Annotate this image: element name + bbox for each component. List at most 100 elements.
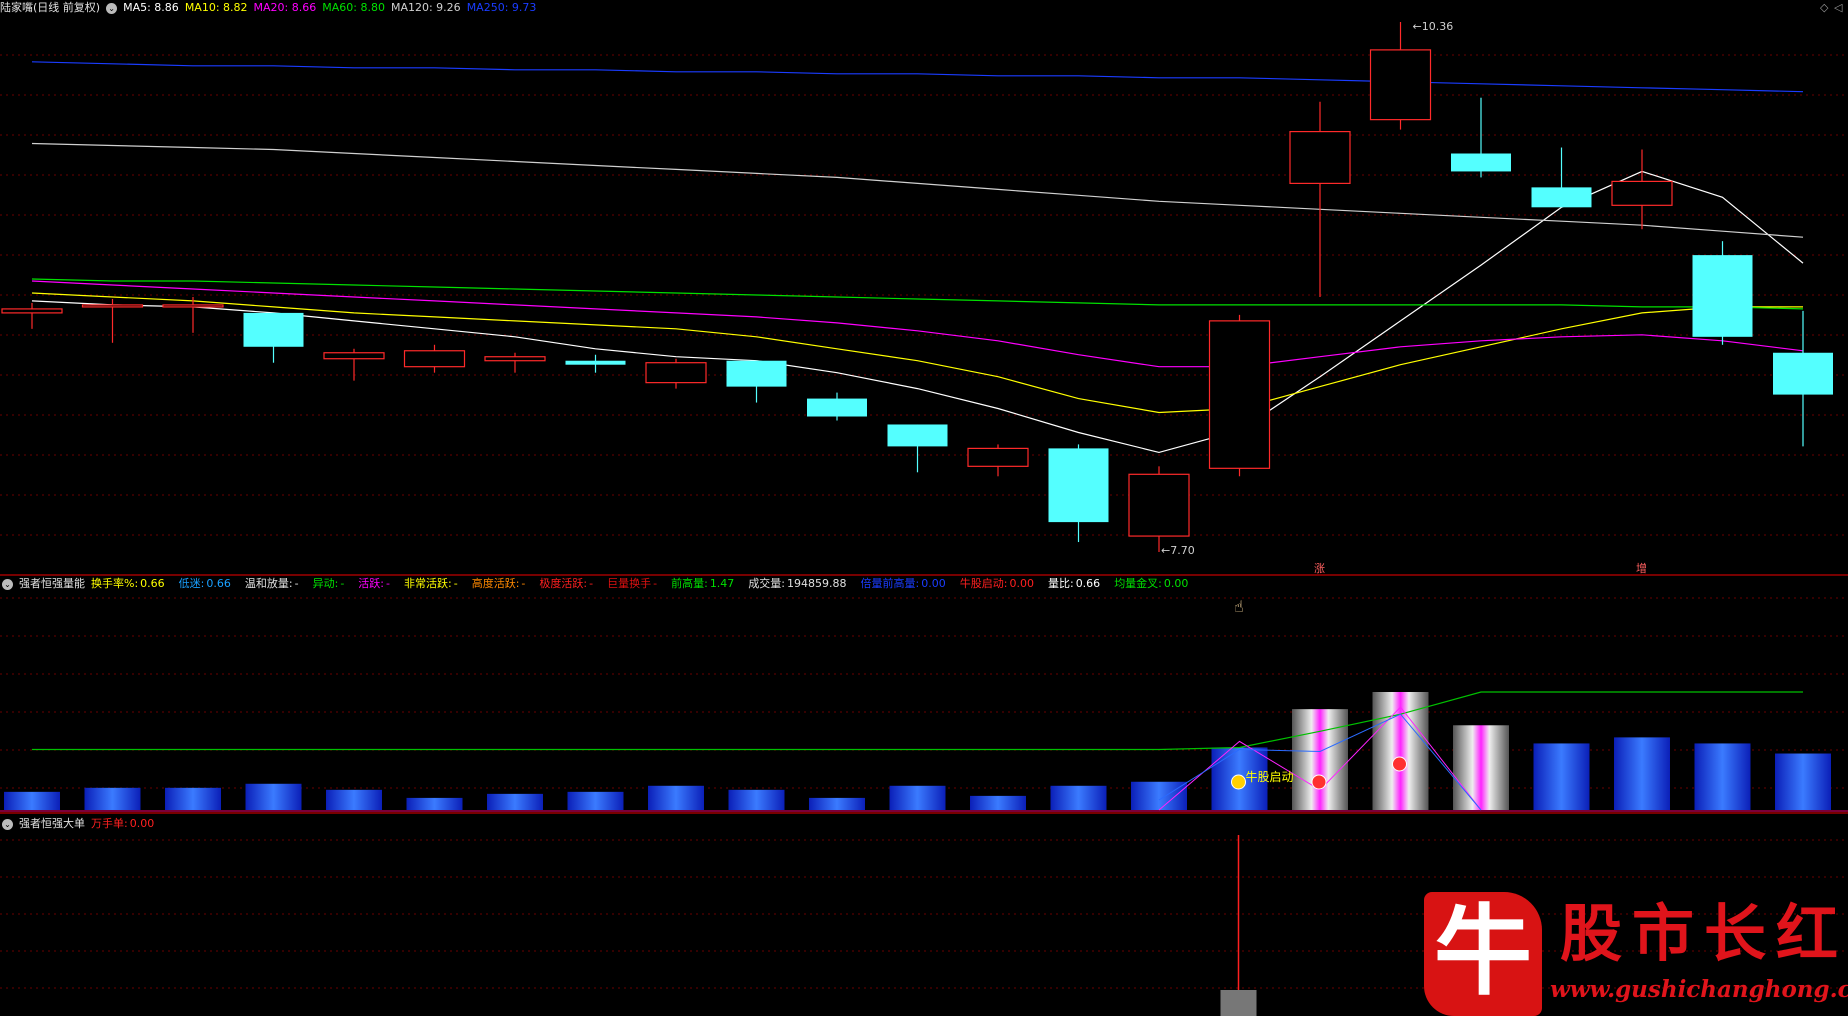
signal-badge-icon — [1311, 774, 1327, 790]
volume-indicator-14: 均量金叉: 0.00 — [1114, 577, 1196, 590]
indicator-label: 温和放量: — [244, 577, 293, 590]
candle-body-down — [807, 398, 867, 417]
high-price-annotation: ←10.36 — [1413, 20, 1454, 33]
volume-bar — [648, 785, 704, 810]
volume-indicator-6: 高度活跃: - — [472, 577, 534, 590]
indicator-label: 极度活跃: — [539, 577, 588, 590]
indicator-label: 活跃: — [358, 577, 385, 590]
indicator-label: 低迷: — [178, 577, 205, 590]
ma120-label: MA120: 9.26 — [390, 1, 461, 14]
volume-indicator-10: 成交量: 194859.88 — [748, 577, 854, 590]
indicator-value: 0.00 — [1009, 577, 1034, 590]
volume-indicator-1: 低迷: 0.66 — [179, 577, 239, 590]
volume-bar — [1533, 743, 1590, 810]
ma250-label: MA250: 9.73 — [466, 1, 537, 14]
indicator-label: 牛股启动: — [959, 577, 1008, 590]
volume-bar — [487, 793, 543, 810]
indicator-value: 0.00 — [1163, 577, 1189, 590]
volume-bar — [970, 795, 1026, 810]
chevron-down-icon[interactable]: ⌄ — [2, 818, 13, 830]
collapse-icon[interactable]: ◇ — [1820, 1, 1828, 14]
volume-bar — [1694, 743, 1751, 810]
candle-body-down — [1451, 153, 1511, 172]
indicator-value: 1.47 — [709, 577, 735, 590]
indicator-value: - — [521, 577, 526, 590]
volume-panel-header: ⌄ 强者恒强量能 换手率%: 0.66 低迷: 0.66 温和放量: - 异动: - 活跃: - 非… — [0, 576, 1202, 592]
volume-bar — [1372, 692, 1429, 810]
candle-body-up — [1369, 49, 1432, 121]
indicator-label: 倍量前高量: — [860, 577, 920, 590]
indicator-value: 0.66 — [140, 577, 165, 590]
indicator-label: 量比: — [1047, 577, 1074, 590]
low-price-annotation: ←7.70 — [1161, 544, 1195, 557]
volume-indicator-0: 换手率%: 0.66 — [91, 577, 173, 590]
volume-indicator-11: 倍量前高量: 0.00 — [861, 577, 954, 590]
bigorder-panel-title: 强者恒强大单 — [19, 817, 85, 830]
indicator-value: 0.66 — [1075, 577, 1101, 590]
candle-body-down — [565, 360, 626, 365]
candle-body-up — [1, 308, 63, 314]
indicator-label: 高度活跃: — [471, 577, 520, 590]
ma-line-ma250 — [31, 61, 1804, 93]
candle-body-down — [1531, 187, 1592, 208]
indicator-label: 均量金叉: — [1114, 577, 1162, 590]
volume-bar — [567, 791, 624, 810]
candle-body-up — [484, 356, 546, 362]
volume-indicator-5: 非常活跃: - — [404, 577, 466, 590]
volume-bar — [406, 797, 463, 810]
marker-zhang: 涨 — [1314, 562, 1325, 575]
candle-body-up — [1611, 180, 1673, 206]
candle-body-up — [162, 304, 224, 308]
volume-bar — [809, 797, 865, 810]
volume-indicator-12: 牛股启动: 0.00 — [960, 577, 1042, 590]
volume-indicator-7: 极度活跃: - — [539, 577, 601, 590]
marker-zeng: 增 — [1636, 561, 1647, 575]
candle-body-up — [403, 350, 466, 368]
ma10-label: MA10: 8.82 — [184, 1, 248, 14]
bigorder-indicator-0: 万手单: 0.00 — [91, 817, 162, 830]
signal-badge-icon — [1231, 774, 1246, 790]
candle-body-up — [323, 352, 385, 360]
volume-indicator-3: 异动: - — [313, 577, 353, 590]
ma60-label: MA60: 8.80 — [322, 1, 385, 14]
candle-body-up — [645, 362, 707, 384]
volume-indicator-9: 前高量: 1.47 — [671, 577, 742, 590]
bull-logo-icon: 牛 — [1424, 892, 1542, 1016]
candle-body-down — [1692, 255, 1753, 337]
candle-body-up — [967, 447, 1029, 467]
chevron-down-icon[interactable]: ⌄ — [106, 2, 118, 14]
candle-body-up — [81, 304, 144, 308]
watermark-url: www.gushichanghong.com — [1550, 976, 1848, 1003]
volume-indicator-2: 温和放量: - — [245, 577, 307, 590]
volume-bar — [4, 791, 60, 810]
indicator-value: 0.00 — [921, 577, 946, 590]
indicator-value: - — [340, 577, 345, 590]
volume-bar — [1050, 785, 1107, 810]
candle-body-up — [1208, 320, 1271, 469]
indicator-value: - — [453, 577, 458, 590]
indicator-label: 非常活跃: — [404, 577, 452, 590]
bigorder-panel-header: ⌄ 强者恒强大单 万手单: 0.00 — [0, 816, 168, 832]
chart-canvas[interactable]: ←10.36 ←7.70 涨 增牛股启动 ☝ — [0, 0, 1848, 1016]
indicator-label: 换手率%: — [91, 577, 139, 590]
indicator-label: 万手单: — [91, 817, 128, 830]
expand-icon[interactable]: ◁ — [1834, 1, 1842, 14]
bull-start-label: 牛股启动 — [1246, 769, 1294, 784]
volume-bar — [889, 785, 946, 810]
candle-body-down — [726, 360, 787, 387]
volume-panel-title: 强者恒强量能 — [19, 577, 85, 590]
candle-body-up — [1289, 130, 1351, 184]
indicator-label: 成交量: — [748, 577, 786, 590]
volume-bar — [1131, 781, 1187, 810]
volume-indicator-8: 巨量换手 - — [607, 577, 665, 590]
candle-body-down — [887, 424, 948, 447]
stock-title: 陆家嘴(日线 前复权) — [0, 1, 101, 14]
chevron-down-icon[interactable]: ⌄ — [2, 578, 13, 590]
indicator-value: - — [386, 577, 390, 590]
indicator-value: 0.66 — [206, 577, 231, 590]
volume-bar — [1292, 709, 1348, 810]
signal-badge-icon — [1392, 756, 1407, 772]
volume-indicator-4: 活跃: - — [358, 577, 398, 590]
indicator-value: - — [294, 577, 299, 590]
ma20-label: MA20: 8.66 — [253, 1, 317, 14]
